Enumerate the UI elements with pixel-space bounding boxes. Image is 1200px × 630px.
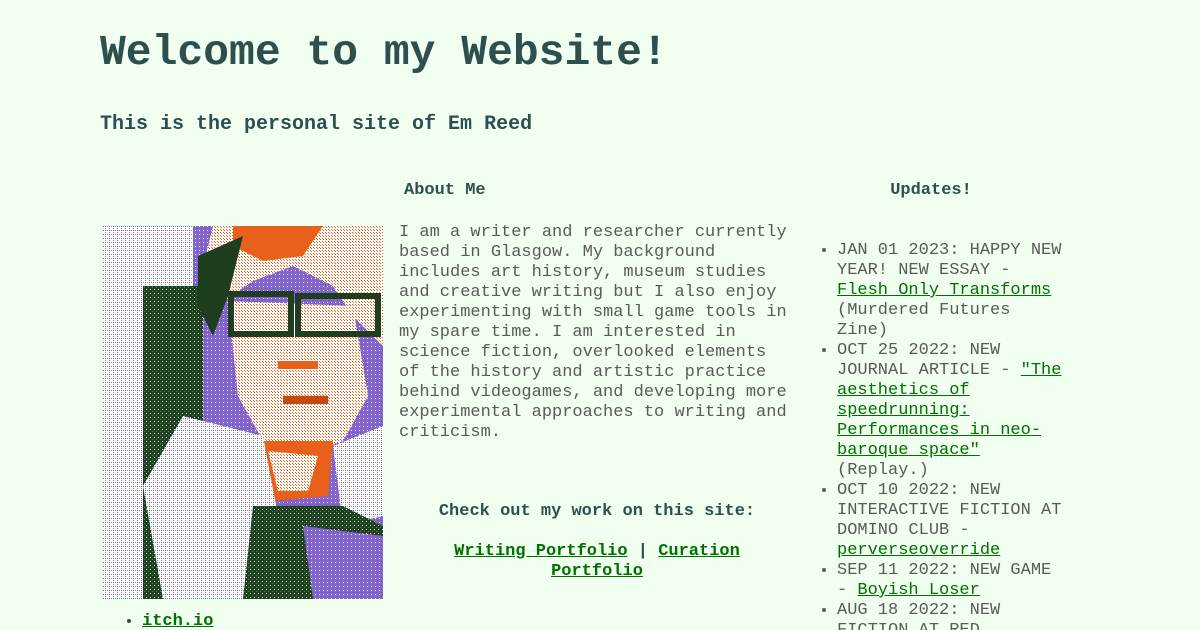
update-source: (Replay.) xyxy=(837,461,929,480)
link-itch-io[interactable]: itch.io xyxy=(142,612,213,630)
list-item: OCT 25 2022: NEW JOURNAL ARTICLE - "The … xyxy=(837,341,1062,481)
update-link[interactable]: perverseoverride xyxy=(837,541,1000,560)
update-text: OCT 10 2022: NEW INTERACTIVE FICTION AT … xyxy=(837,481,1062,540)
updates-list: JAN 01 2023: HAPPY NEW YEAR! NEW ESSAY -… xyxy=(800,241,1062,630)
work-links: Writing Portfolio | Curation Portfolio xyxy=(419,542,775,582)
list-item: itch.io xyxy=(142,612,213,630)
writing-portfolio-link[interactable]: Writing Portfolio xyxy=(454,542,627,561)
update-text: JAN 01 2023: HAPPY NEW YEAR! NEW ESSAY - xyxy=(837,241,1062,280)
list-item: OCT 10 2022: NEW INTERACTIVE FICTION AT … xyxy=(837,481,1062,561)
update-text: AUG 18 2022: NEW FICTION AT RED xyxy=(837,601,1001,630)
page-title: Welcome to my Website! xyxy=(100,28,668,77)
list-item: SEP 11 2022: NEW GAME - Boyish Loser xyxy=(837,561,1062,601)
update-link[interactable]: Boyish Loser xyxy=(857,581,979,600)
update-source: (Murdered Futures Zine) xyxy=(837,301,1011,340)
update-link[interactable]: Flesh Only Transforms xyxy=(837,281,1051,300)
page: Welcome to my Website! This is the perso… xyxy=(100,0,1100,630)
list-item: AUG 18 2022: NEW FICTION AT RED xyxy=(837,601,1062,630)
portrait-image xyxy=(103,226,383,599)
about-heading: About Me xyxy=(404,181,486,200)
list-item: JAN 01 2023: HAPPY NEW YEAR! NEW ESSAY -… xyxy=(837,241,1062,341)
external-links-list: itch.io xyxy=(122,612,213,630)
link-separator: | xyxy=(637,542,648,561)
about-text: I am a writer and researcher currently b… xyxy=(399,223,787,442)
page-subtitle: This is the personal site of Em Reed xyxy=(100,113,533,136)
check-work-heading: Check out my work on this site: xyxy=(438,502,756,521)
update-text: OCT 25 2022: NEW JOURNAL ARTICLE - xyxy=(837,341,1021,380)
updates-heading: Updates! xyxy=(890,181,972,200)
